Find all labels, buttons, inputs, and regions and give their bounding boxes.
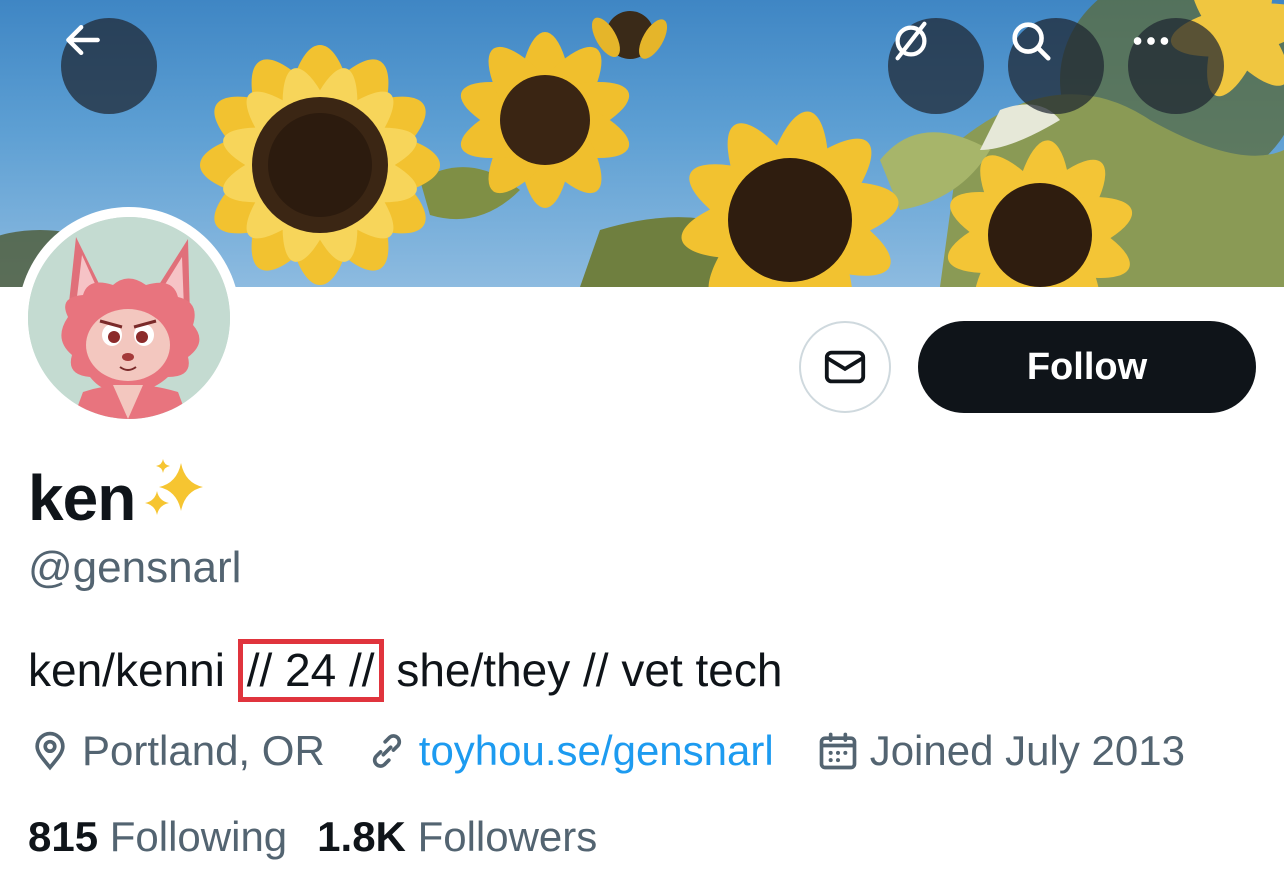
- hide-posts-button[interactable]: [888, 18, 984, 114]
- join-date: Joined July 2013: [816, 727, 1185, 775]
- followers-label: Followers: [417, 813, 598, 860]
- search-icon: [1012, 22, 1051, 61]
- profile-bio: ken/kenni // 24 // she/they // vet tech: [28, 639, 783, 702]
- more-icon: [1133, 37, 1169, 45]
- display-name-text: ken: [28, 461, 136, 534]
- link-icon: [372, 734, 401, 768]
- bio-text-start: ken/kenni: [28, 644, 238, 696]
- arrow-left-icon: [66, 24, 100, 56]
- more-button[interactable]: [1128, 18, 1224, 114]
- back-button[interactable]: [61, 18, 157, 114]
- display-name: ken: [28, 455, 211, 540]
- calendar-icon: [819, 732, 857, 770]
- location-text: Portland, OR: [82, 727, 325, 774]
- search-button[interactable]: [1008, 18, 1104, 114]
- bio-highlight-box: // 24 //: [237, 639, 384, 702]
- profile-stats: 815 Following 1.8K Followers: [28, 813, 627, 861]
- profile-meta: Portland, OR toyhou.se/gensnarl Joined J…: [28, 722, 1185, 780]
- avatar[interactable]: [18, 207, 240, 429]
- message-button[interactable]: [799, 321, 891, 413]
- avatar-image: [28, 217, 230, 419]
- following-stat[interactable]: 815 Following: [28, 813, 287, 861]
- envelope-icon: [824, 350, 866, 384]
- followers-count: 1.8K: [317, 813, 406, 860]
- eye-slash-icon: [895, 21, 927, 61]
- user-handle: @gensnarl: [28, 543, 242, 592]
- bio-text-end: she/they // vet tech: [383, 644, 783, 696]
- following-count: 815: [28, 813, 99, 860]
- location: Portland, OR: [28, 727, 325, 775]
- followers-stat[interactable]: 1.8K Followers: [317, 813, 597, 861]
- following-label: Following: [109, 813, 288, 860]
- location-pin-icon: [35, 731, 65, 771]
- follow-button[interactable]: Follow: [918, 321, 1256, 413]
- sparkles-emoji: [141, 455, 211, 540]
- website: toyhou.se/gensnarl: [365, 727, 774, 775]
- website-link[interactable]: toyhou.se/gensnarl: [419, 727, 774, 775]
- join-date-text: Joined July 2013: [869, 727, 1185, 774]
